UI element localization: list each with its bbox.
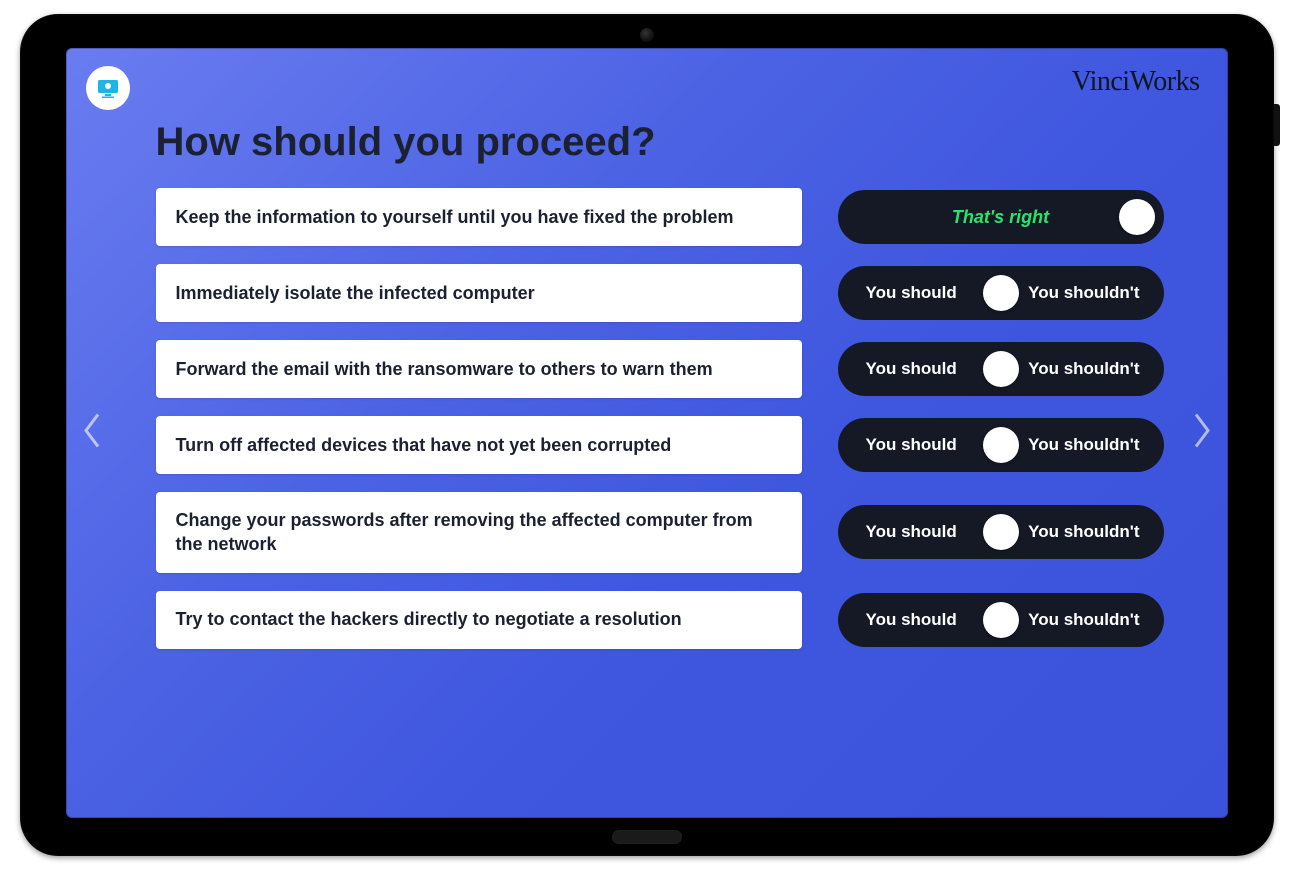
statement-card: Change your passwords after removing the… [156, 492, 802, 573]
toggle-option-shouldnt: You shouldn't [1028, 522, 1139, 542]
question-row: Forward the email with the ransomware to… [156, 340, 1164, 398]
toggle-option-shouldnt: You shouldn't [1028, 283, 1139, 303]
toggle-knob[interactable] [983, 602, 1019, 638]
tablet-home-indicator [612, 830, 682, 844]
toggle-option-shouldnt: You shouldn't [1028, 610, 1139, 630]
toggle-feedback-correct: That's right [838, 207, 1164, 228]
tablet-camera [640, 28, 654, 42]
question-row: Keep the information to yourself until y… [156, 188, 1164, 246]
topic-icon [86, 66, 130, 110]
answer-toggle[interactable]: You should That's right You shouldn't [838, 190, 1164, 244]
statement-text: Keep the information to yourself until y… [176, 205, 734, 229]
toggle-option-should: You should [866, 283, 957, 303]
question-row: Change your passwords after removing the… [156, 492, 1164, 573]
answer-toggle[interactable]: You should That's right You shouldn't [838, 418, 1164, 472]
statement-text: Try to contact the hackers directly to n… [176, 607, 682, 631]
answer-toggle[interactable]: You should That's right You shouldn't [838, 593, 1164, 647]
toggle-knob[interactable] [983, 351, 1019, 387]
statement-card: Try to contact the hackers directly to n… [156, 591, 802, 649]
statement-card: Keep the information to yourself until y… [156, 188, 802, 246]
answer-toggle[interactable]: You should That's right You shouldn't [838, 342, 1164, 396]
nav-next-button[interactable] [1180, 401, 1224, 466]
toggle-knob[interactable] [983, 514, 1019, 550]
statement-text: Turn off affected devices that have not … [176, 433, 672, 457]
statement-card: Forward the email with the ransomware to… [156, 340, 802, 398]
question-row: Immediately isolate the infected compute… [156, 264, 1164, 322]
chevron-right-icon [1190, 411, 1214, 451]
statement-text: Forward the email with the ransomware to… [176, 357, 713, 381]
toggle-option-shouldnt: You shouldn't [1028, 359, 1139, 379]
toggle-option-should: You should [866, 435, 957, 455]
tablet-frame: VinciWorks How should you proceed? Keep … [20, 14, 1274, 856]
toggle-knob[interactable] [983, 275, 1019, 311]
toggle-option-should: You should [866, 610, 957, 630]
statement-card: Immediately isolate the infected compute… [156, 264, 802, 322]
toggle-knob[interactable] [983, 427, 1019, 463]
question-list: Keep the information to yourself until y… [156, 188, 1164, 794]
question-row: Try to contact the hackers directly to n… [156, 591, 1164, 649]
toggle-knob[interactable] [1119, 199, 1155, 235]
statement-card: Turn off affected devices that have not … [156, 416, 802, 474]
toggle-option-should: You should [866, 522, 957, 542]
statement-text: Immediately isolate the infected compute… [176, 281, 535, 305]
chevron-left-icon [80, 411, 104, 451]
toggle-option-should: You should [866, 359, 957, 379]
question-row: Turn off affected devices that have not … [156, 416, 1164, 474]
nav-prev-button[interactable] [70, 401, 114, 466]
toggle-option-shouldnt: You shouldn't [1028, 435, 1139, 455]
brand-logo: VinciWorks [1072, 66, 1200, 98]
app-screen: VinciWorks How should you proceed? Keep … [66, 48, 1228, 818]
tablet-side-button [1274, 104, 1280, 146]
answer-toggle[interactable]: You should That's right You shouldn't [838, 266, 1164, 320]
page-title: How should you proceed? [156, 120, 656, 165]
statement-text: Change your passwords after removing the… [176, 508, 782, 557]
answer-toggle[interactable]: You should That's right You shouldn't [838, 505, 1164, 559]
brand-text: VinciWorks [1072, 66, 1200, 97]
monitor-icon [96, 76, 120, 100]
